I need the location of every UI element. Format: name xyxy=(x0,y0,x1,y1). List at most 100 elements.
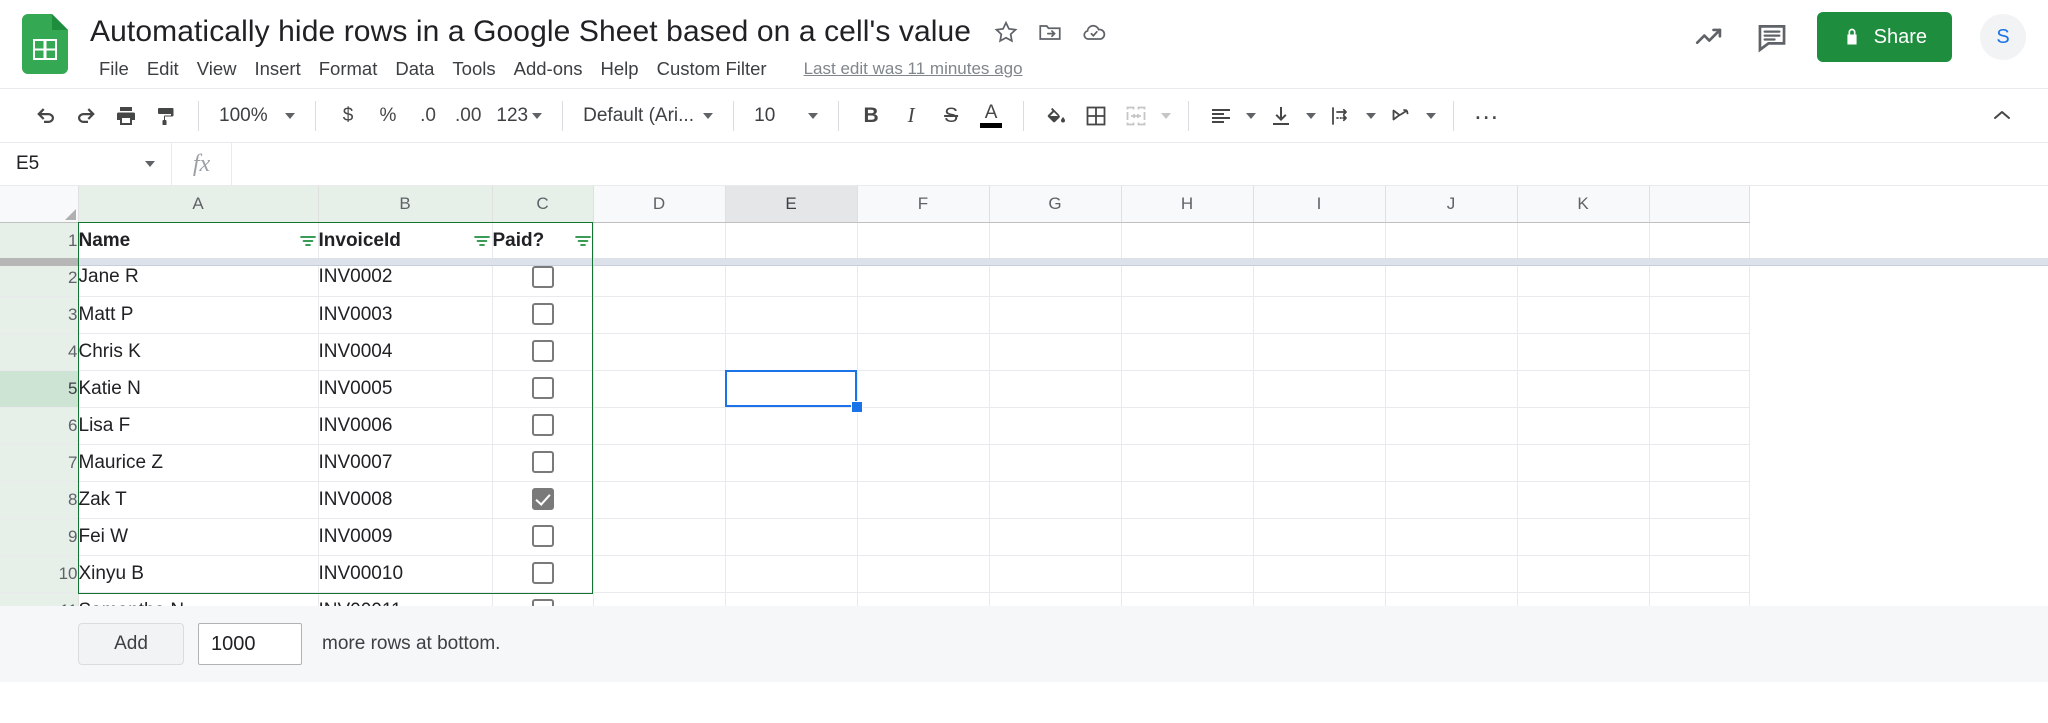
cell-b10[interactable]: INV00010 xyxy=(318,555,493,593)
cell-f2[interactable] xyxy=(857,259,990,297)
cell-j1[interactable] xyxy=(1385,222,1518,260)
move-to-folder-icon[interactable] xyxy=(1037,19,1063,45)
column-header-partial[interactable] xyxy=(1649,186,1750,223)
menu-item-edit[interactable]: Edit xyxy=(138,54,188,84)
row-header-5[interactable]: 5 xyxy=(0,370,79,408)
cell-l4[interactable] xyxy=(1649,333,1750,371)
cell-d7[interactable] xyxy=(593,444,726,482)
cell-d4[interactable] xyxy=(593,333,726,371)
column-header-i[interactable]: I xyxy=(1253,186,1386,223)
column-header-b[interactable]: B xyxy=(318,186,493,223)
cell-b6[interactable]: INV0006 xyxy=(318,407,493,445)
cell-b11[interactable]: INV00011 xyxy=(318,592,493,606)
cell-g7[interactable] xyxy=(989,444,1122,482)
menu-item-file[interactable]: File xyxy=(90,54,138,84)
undo-icon[interactable] xyxy=(26,96,66,136)
cell-a5[interactable]: Katie N xyxy=(78,370,319,408)
menu-item-insert[interactable]: Insert xyxy=(245,54,309,84)
column-header-h[interactable]: H xyxy=(1121,186,1254,223)
horizontal-align-icon[interactable] xyxy=(1201,96,1241,136)
cell-c6[interactable] xyxy=(492,407,594,445)
cell-k7[interactable] xyxy=(1517,444,1650,482)
cell-h9[interactable] xyxy=(1121,518,1254,556)
cell-d8[interactable] xyxy=(593,481,726,519)
text-wrap-icon[interactable] xyxy=(1321,96,1361,136)
cell-d1[interactable] xyxy=(593,222,726,260)
filter-icon[interactable] xyxy=(573,231,593,251)
cell-l5[interactable] xyxy=(1649,370,1750,408)
cell-f6[interactable] xyxy=(857,407,990,445)
cell-f11[interactable] xyxy=(857,592,990,606)
menu-item-format[interactable]: Format xyxy=(310,54,387,84)
cell-a3[interactable]: Matt P xyxy=(78,296,319,334)
font-size-select[interactable]: 10 xyxy=(746,96,826,136)
column-header-a[interactable]: A xyxy=(78,186,319,223)
cell-c4[interactable] xyxy=(492,333,594,371)
paid-checkbox[interactable] xyxy=(531,599,554,606)
cloud-saved-icon[interactable] xyxy=(1081,19,1107,45)
cell-i6[interactable] xyxy=(1253,407,1386,445)
row-header-8[interactable]: 8 xyxy=(0,481,79,519)
cell-f10[interactable] xyxy=(857,555,990,593)
text-wrap-chevron-icon[interactable] xyxy=(1361,96,1381,136)
italic-button[interactable]: I xyxy=(891,96,931,136)
cell-e5[interactable] xyxy=(725,370,858,408)
cell-h1[interactable] xyxy=(1121,222,1254,260)
strikethrough-button[interactable]: S xyxy=(931,96,971,136)
column-header-e[interactable]: E xyxy=(725,186,858,223)
paid-checkbox[interactable] xyxy=(531,451,554,474)
menu-item-view[interactable]: View xyxy=(188,54,246,84)
cell-e3[interactable] xyxy=(725,296,858,334)
cell-g4[interactable] xyxy=(989,333,1122,371)
cell-f3[interactable] xyxy=(857,296,990,334)
add-rows-count-input[interactable] xyxy=(198,623,302,665)
cell-a7[interactable]: Maurice Z xyxy=(78,444,319,482)
cell-a11[interactable]: Samantha N xyxy=(78,592,319,606)
cell-i1[interactable] xyxy=(1253,222,1386,260)
cell-j10[interactable] xyxy=(1385,555,1518,593)
cell-i5[interactable] xyxy=(1253,370,1386,408)
cell-k10[interactable] xyxy=(1517,555,1650,593)
merge-cells-icon[interactable] xyxy=(1116,96,1156,136)
cell-b1[interactable]: InvoiceId xyxy=(318,222,493,259)
cell-d10[interactable] xyxy=(593,555,726,593)
row-header-7[interactable]: 7 xyxy=(0,444,79,482)
cell-b4[interactable]: INV0004 xyxy=(318,333,493,371)
cell-e10[interactable] xyxy=(725,555,858,593)
cell-e7[interactable] xyxy=(725,444,858,482)
cell-c10[interactable] xyxy=(492,555,594,593)
select-all-corner[interactable] xyxy=(0,186,79,223)
cell-j4[interactable] xyxy=(1385,333,1518,371)
cell-a6[interactable]: Lisa F xyxy=(78,407,319,445)
cell-j3[interactable] xyxy=(1385,296,1518,334)
cell-b9[interactable]: INV0009 xyxy=(318,518,493,556)
cell-h4[interactable] xyxy=(1121,333,1254,371)
fill-color-icon[interactable] xyxy=(1036,96,1076,136)
cell-h6[interactable] xyxy=(1121,407,1254,445)
column-header-k[interactable]: K xyxy=(1517,186,1650,223)
cell-d9[interactable] xyxy=(593,518,726,556)
cell-a10[interactable]: Xinyu B xyxy=(78,555,319,593)
row-header-11[interactable]: 11 xyxy=(0,592,79,606)
column-header-c[interactable]: C xyxy=(492,186,594,223)
cell-k3[interactable] xyxy=(1517,296,1650,334)
cell-k9[interactable] xyxy=(1517,518,1650,556)
cell-g1[interactable] xyxy=(989,222,1122,260)
share-button[interactable]: Share xyxy=(1816,12,1952,62)
cell-j9[interactable] xyxy=(1385,518,1518,556)
cell-d11[interactable] xyxy=(593,592,726,606)
cell-a1[interactable]: Name xyxy=(78,222,319,259)
cell-j8[interactable] xyxy=(1385,481,1518,519)
cell-i10[interactable] xyxy=(1253,555,1386,593)
vertical-align-chevron-icon[interactable] xyxy=(1301,96,1321,136)
sheets-logo-icon[interactable] xyxy=(22,14,68,74)
row-header-6[interactable]: 6 xyxy=(0,407,79,445)
cell-f4[interactable] xyxy=(857,333,990,371)
cell-c5[interactable] xyxy=(492,370,594,408)
paid-checkbox[interactable] xyxy=(531,377,554,400)
more-options-button[interactable]: … xyxy=(1466,95,1508,136)
cell-h2[interactable] xyxy=(1121,259,1254,297)
cell-d5[interactable] xyxy=(593,370,726,408)
vertical-align-icon[interactable] xyxy=(1261,96,1301,136)
cell-h7[interactable] xyxy=(1121,444,1254,482)
